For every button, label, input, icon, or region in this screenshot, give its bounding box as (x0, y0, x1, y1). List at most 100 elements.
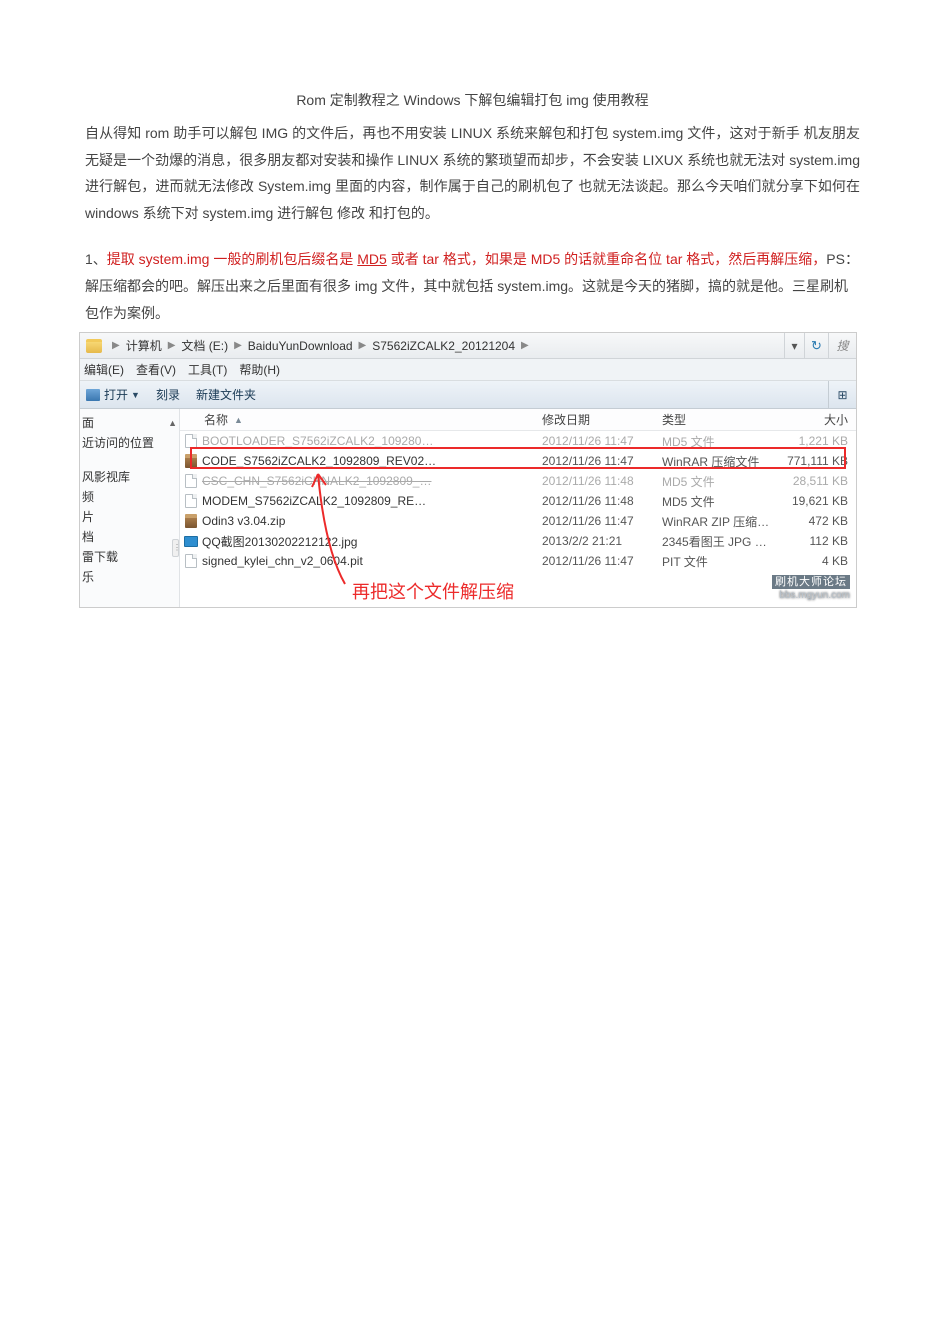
file-size: 472 KB (780, 514, 856, 528)
watermark: 刷机大师论坛 bbs.mgyun.com (772, 575, 850, 603)
file-date: 2013/2/2 21:21 (542, 534, 662, 548)
splitter-handle[interactable]: ⋮ (172, 539, 179, 557)
blank-file-icon (180, 434, 202, 448)
document-title: Rom 定制教程之 Windows 下解包编辑打包 img 使用教程 (85, 90, 860, 110)
sort-caret-icon: ▲ (168, 413, 177, 433)
sidebar-item[interactable]: 风影视库 (82, 467, 179, 487)
file-row[interactable]: CODE_S7562iZCALK2_1092809_REV02…2012/11/… (180, 451, 856, 471)
file-name: CSC_CHN_S7562iCHNALK2_1092809_… (202, 474, 542, 488)
chevron-right-icon[interactable]: ▶ (230, 340, 246, 351)
file-type: MD5 文件 (662, 473, 780, 490)
watermark-line2: bbs.mgyun.com (772, 589, 850, 603)
file-name: BOOTLOADER_S7562iZCALK2_109280… (202, 434, 542, 448)
file-type: MD5 文件 (662, 493, 780, 510)
watermark-line1: 刷机大师论坛 (772, 575, 850, 589)
new-folder-button[interactable]: 新建文件夹 (196, 386, 256, 403)
breadcrumb[interactable]: 计算机 (124, 337, 164, 354)
file-name: signed_kylei_chn_v2_0604.pit (202, 554, 542, 568)
address-bar[interactable]: ▶ 计算机 ▶ 文档 (E:) ▶ BaiduYunDownload ▶ S75… (80, 333, 856, 359)
file-row[interactable]: QQ截图20130202212122.jpg2013/2/2 21:212345… (180, 531, 856, 551)
annotation-text: 再把这个文件解压缩 (352, 578, 514, 604)
breadcrumb[interactable]: 文档 (E:) (179, 337, 230, 354)
sidebar-item[interactable]: 频 (82, 487, 179, 507)
sidebar-item[interactable]: 面 (82, 413, 94, 433)
file-size: 112 KB (780, 534, 856, 548)
blank-file-icon (180, 554, 202, 568)
file-size: 4 KB (780, 554, 856, 568)
file-list: 名称 ▲ 修改日期 类型 大小 BOOTLOADER_S7562iZCALK2_… (180, 409, 856, 607)
file-name: Odin3 v3.04.zip (202, 514, 542, 528)
refresh-icon[interactable]: ↻ (804, 333, 828, 358)
file-row[interactable]: Odin3 v3.04.zip2012/11/26 11:47WinRAR ZI… (180, 511, 856, 531)
address-dropdown[interactable]: ▾ (784, 333, 804, 358)
col-type[interactable]: 类型 (662, 411, 780, 428)
file-type: PIT 文件 (662, 553, 780, 570)
file-size: 28,511 KB (780, 474, 856, 488)
chevron-right-icon[interactable]: ▶ (108, 340, 124, 351)
toolbar: 打开 ▼ 刻录 新建文件夹 ⊞ (80, 381, 856, 409)
file-row[interactable]: CSC_CHN_S7562iCHNALK2_1092809_…2012/11/2… (180, 471, 856, 491)
file-date: 2012/11/26 11:47 (542, 454, 662, 468)
menu-tools[interactable]: 工具(T) (188, 361, 227, 378)
file-size: 771,111 KB (780, 454, 856, 468)
col-date[interactable]: 修改日期 (542, 411, 662, 428)
blank-file-icon (180, 494, 202, 508)
file-size: 19,621 KB (780, 494, 856, 508)
blank-file-icon (180, 474, 202, 488)
burn-button[interactable]: 刻录 (156, 386, 180, 403)
step-1-text: 1、提取 system.img 一般的刷机包后缀名是 MD5 或者 tar 格式… (85, 246, 860, 326)
file-row[interactable]: BOOTLOADER_S7562iZCALK2_109280…2012/11/2… (180, 431, 856, 451)
file-name: CODE_S7562iZCALK2_1092809_REV02… (202, 454, 542, 468)
sidebar-item-recent[interactable]: 近访问的位置 (82, 433, 179, 453)
open-icon (86, 389, 100, 401)
explorer-window: ▶ 计算机 ▶ 文档 (E:) ▶ BaiduYunDownload ▶ S75… (79, 332, 857, 608)
step-highlight-b: 或者 tar 格式，如果是 MD5 的话就重命名位 tar 格式，然后再解压缩， (387, 251, 826, 267)
intro-paragraph: 自从得知 rom 助手可以解包 IMG 的文件后，再也不用安装 LINUX 系统… (85, 120, 860, 226)
file-date: 2012/11/26 11:47 (542, 434, 662, 448)
col-name[interactable]: 名称 ▲ (202, 411, 542, 428)
sidebar-item[interactable]: 雷下载 (82, 547, 179, 567)
view-mode-button[interactable]: ⊞ (828, 381, 856, 408)
column-headers: 名称 ▲ 修改日期 类型 大小 (180, 409, 856, 431)
folder-icon (86, 339, 102, 353)
sort-asc-icon: ▲ (234, 415, 243, 425)
md5-link[interactable]: MD5 (357, 251, 387, 267)
file-size: 1,221 KB (780, 434, 856, 448)
file-row[interactable]: signed_kylei_chn_v2_0604.pit2012/11/26 1… (180, 551, 856, 571)
file-date: 2012/11/26 11:48 (542, 474, 662, 488)
file-type: WinRAR ZIP 压缩… (662, 513, 780, 530)
open-label: 打开 (104, 386, 128, 403)
sidebar-item[interactable]: 档 (82, 527, 179, 547)
open-button[interactable]: 打开 ▼ (86, 386, 140, 403)
file-date: 2012/11/26 11:48 (542, 494, 662, 508)
file-date: 2012/11/26 11:47 (542, 554, 662, 568)
search-box[interactable]: 搜 (828, 333, 856, 358)
menu-bar: 编辑(E) 查看(V) 工具(T) 帮助(H) (80, 359, 856, 381)
step-highlight: 提取 system.img 一般的刷机包后缀名是 (107, 251, 357, 267)
burn-label: 刻录 (156, 386, 180, 403)
col-size[interactable]: 大小 (780, 411, 856, 428)
chevron-right-icon[interactable]: ▶ (164, 340, 180, 351)
file-type: WinRAR 压缩文件 (662, 453, 780, 470)
chevron-right-icon[interactable]: ▶ (517, 340, 533, 351)
sidebar-item[interactable]: 乐 (82, 567, 179, 587)
breadcrumb[interactable]: BaiduYunDownload (246, 339, 355, 353)
menu-view[interactable]: 查看(V) (136, 361, 176, 378)
file-row[interactable]: MODEM_S7562iZCALK2_1092809_RE…2012/11/26… (180, 491, 856, 511)
step-number: 1、 (85, 251, 107, 267)
img-file-icon (180, 536, 202, 547)
menu-edit[interactable]: 编辑(E) (84, 361, 124, 378)
file-name: QQ截图20130202212122.jpg (202, 533, 542, 550)
file-type: MD5 文件 (662, 433, 780, 450)
menu-help[interactable]: 帮助(H) (239, 361, 280, 378)
breadcrumb[interactable]: S7562iZCALK2_20121204 (370, 339, 517, 353)
rar-file-icon (180, 454, 202, 468)
chevron-right-icon[interactable]: ▶ (355, 340, 371, 351)
zip-file-icon (180, 514, 202, 528)
sidebar-item[interactable]: 片 (82, 507, 179, 527)
file-date: 2012/11/26 11:47 (542, 514, 662, 528)
chevron-down-icon: ▼ (131, 390, 140, 400)
file-name: MODEM_S7562iZCALK2_1092809_RE… (202, 494, 542, 508)
nav-sidebar: 面 ▲ 近访问的位置 风影视库 频 片 档 雷下载 乐 ⋮ (80, 409, 180, 607)
new-folder-label: 新建文件夹 (196, 386, 256, 403)
